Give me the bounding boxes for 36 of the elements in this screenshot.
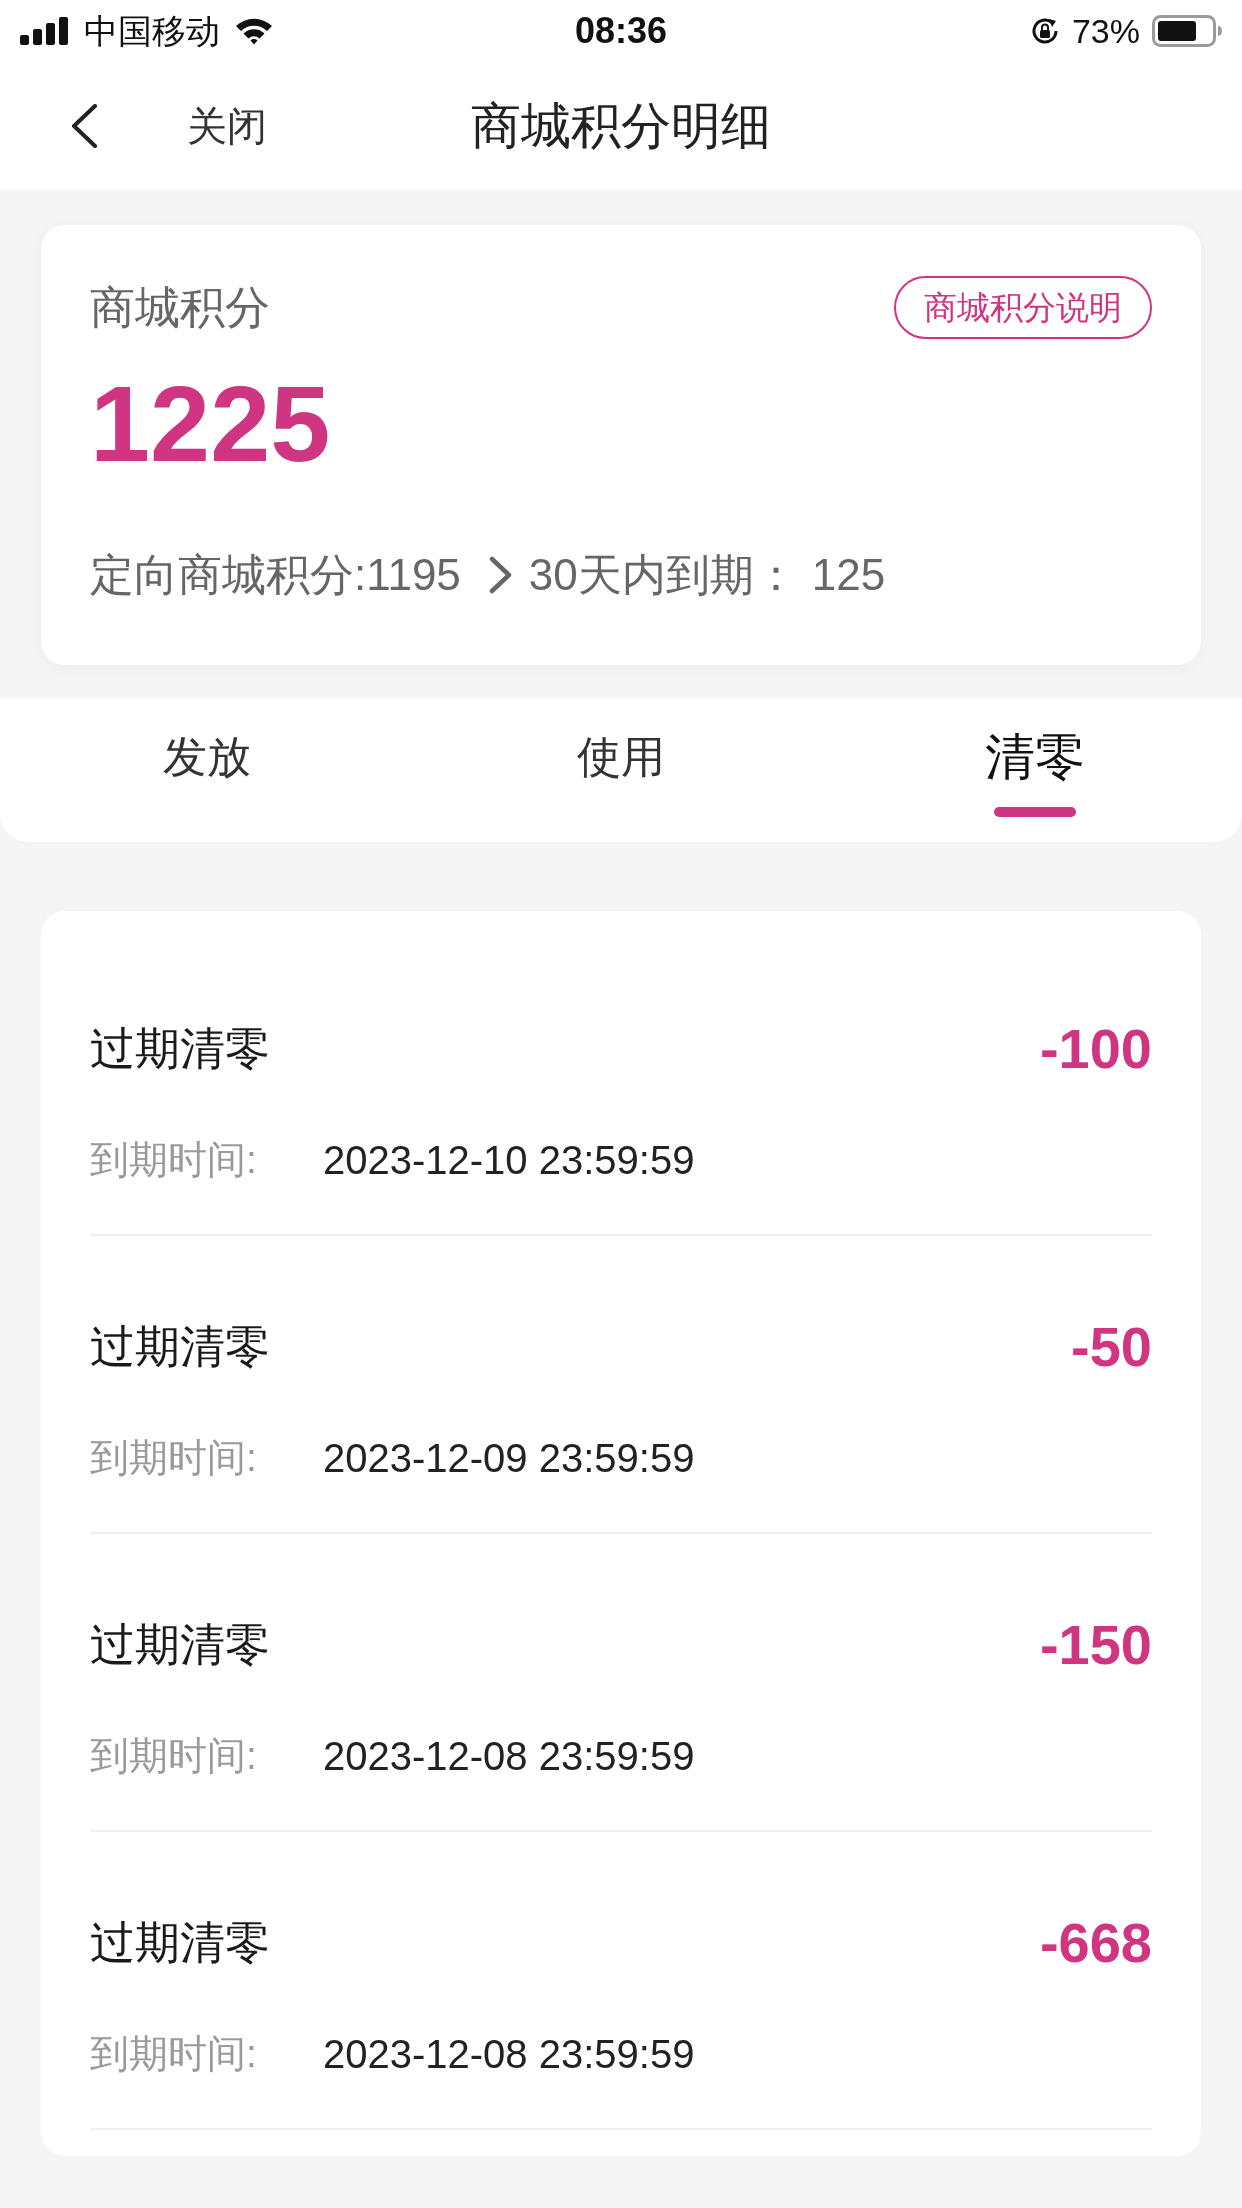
record-title: 过期清零 [90, 1022, 270, 1076]
expiry-label: 到期时间: [90, 1733, 258, 1779]
tab[interactable]: 发放 [163, 698, 251, 842]
page-title: 商城积分明细 [471, 97, 771, 156]
expiry-label: 到期时间: [90, 1137, 258, 1183]
expiry-label: 到期时间: [90, 1435, 258, 1481]
points-total: 1225 [90, 368, 331, 480]
signal-icon [20, 17, 70, 45]
expiry-date: 2023-12-08 23:59:59 [323, 1733, 695, 1780]
points-label: 商城积分 [90, 280, 270, 335]
expiry-date: 2023-12-09 23:59:59 [323, 1435, 695, 1482]
record-title: 过期清零 [90, 1916, 270, 1970]
battery-percent: 73% [1071, 11, 1140, 51]
tab[interactable]: 使用 [577, 698, 665, 842]
carrier-name: 中国移动 [84, 11, 220, 51]
record-amount: -100 [1039, 1018, 1152, 1080]
battery-icon [1152, 15, 1222, 47]
expiry-date: 2023-12-10 23:59:59 [323, 1137, 695, 1184]
record-title: 过期清零 [90, 1320, 270, 1374]
chevron-right-icon[interactable] [488, 556, 513, 594]
expiring-points: 125 [811, 549, 886, 601]
expiry-label: 到期时间: [90, 2031, 258, 2077]
clock-time: 08:36 [574, 10, 668, 52]
wifi-icon [234, 16, 274, 46]
rotation-lock-icon [1029, 16, 1060, 46]
points-info-button[interactable]: 商城积分说明 [894, 276, 1152, 339]
close-button[interactable]: 关闭 [187, 102, 267, 150]
targeted-points: 定向商城积分:1195 [90, 549, 461, 601]
chevron-left-icon [69, 104, 99, 148]
record-amount: -668 [1039, 1912, 1152, 1974]
expiry-date: 2023-12-08 23:59:59 [323, 2031, 695, 2078]
tab[interactable]: 清零 [985, 698, 1085, 842]
expiring-label: 30天内到期： [528, 549, 798, 601]
record-title: 过期清零 [90, 1618, 270, 1672]
record-amount: -50 [1071, 1316, 1152, 1378]
record-amount: -150 [1039, 1614, 1152, 1676]
